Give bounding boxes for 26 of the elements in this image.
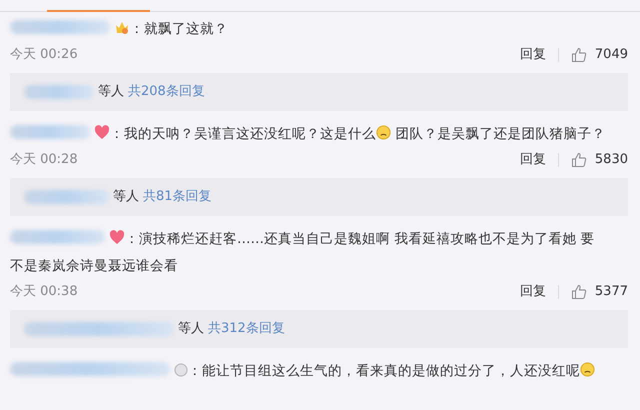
timestamp: 今天 00:26 xyxy=(10,46,78,64)
like-button[interactable]: 5830 xyxy=(570,150,628,170)
thumbs-up-icon xyxy=(570,152,587,168)
thumbs-up-icon xyxy=(570,47,587,63)
emoji-icon xyxy=(376,125,391,140)
reply-button[interactable]: 回复 xyxy=(520,282,546,302)
thumbs-up-icon xyxy=(570,284,587,300)
replies-text: 等人 xyxy=(178,320,204,338)
comment-text: ：演技稀烂还赶客……还真当自己是魏姐啊 我看延禧攻略也不是为了看她 要 xyxy=(125,231,595,247)
comment-text: ：就飘了这就？ xyxy=(130,21,228,37)
comment-text: 不是秦岚佘诗曼聂远谁会看 xyxy=(10,258,178,274)
like-button[interactable]: 7049 xyxy=(570,45,628,65)
badge-icon xyxy=(109,230,125,245)
replies-text: 等人 xyxy=(98,83,124,102)
comment-text: ：能让节目组这么生气的，看来真的是做的过分了，人还没红呢 xyxy=(188,363,595,379)
blurred-username xyxy=(24,85,94,99)
reply-button[interactable]: 回复 xyxy=(520,150,546,170)
timestamp: 今天 00:38 xyxy=(10,283,78,302)
emoji-icon xyxy=(580,362,595,377)
badge-icon xyxy=(94,125,110,140)
replies-text: 等人 xyxy=(113,188,139,206)
timestamp: 今天 00:28 xyxy=(10,151,78,170)
like-button[interactable]: 5377 xyxy=(570,282,628,302)
comment-text: ：我的天呐？吴谨言这还没红呢？这是什么 团队？是吴飘了还是团队猪脑子？ xyxy=(110,126,606,142)
badge-icon xyxy=(174,363,188,377)
reply-button[interactable]: 回复 xyxy=(520,45,546,65)
